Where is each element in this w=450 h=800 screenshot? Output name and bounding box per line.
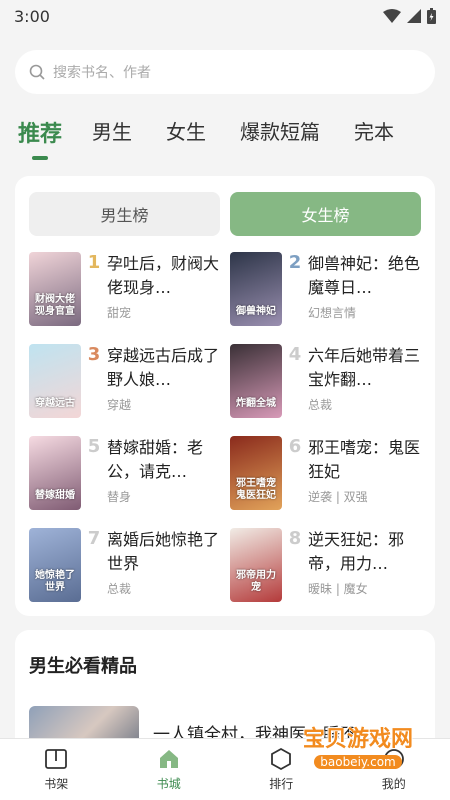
female-ranking-button[interactable]: 女生榜 bbox=[230, 192, 421, 236]
rank-item[interactable]: 邪王嗜宠鬼医狂妃 6 邪王嗜宠：鬼医狂妃逆袭 | 双强 bbox=[230, 436, 421, 510]
search-placeholder: 搜索书名、作者 bbox=[53, 65, 151, 81]
rank-item[interactable]: 穿越远古 3 穿越远古后成了野人娘… 穿越 bbox=[29, 344, 220, 418]
rank-number: 7 bbox=[87, 528, 101, 549]
book-cover: 她惊艳了世界 bbox=[29, 528, 81, 602]
status-time: 3:00 bbox=[14, 6, 50, 26]
cover-title: 邪王嗜宠鬼医狂妃 bbox=[236, 478, 276, 501]
book-cover: 御兽神妃 bbox=[230, 252, 282, 326]
tab-hot-short[interactable]: 爆款短篇 bbox=[240, 114, 320, 145]
rank-item[interactable]: 替嫁甜婚 5 替嫁甜婚：老公，请克… 替身 bbox=[29, 436, 220, 510]
status-icons bbox=[383, 8, 436, 24]
rank-number: 5 bbox=[87, 436, 101, 457]
male-ranking-button[interactable]: 男生榜 bbox=[29, 192, 220, 236]
cover-title: 她惊艳了世界 bbox=[35, 570, 75, 593]
cover-title: 财阀大佬现身官宣 bbox=[35, 294, 75, 317]
cover-title: 穿越远古 bbox=[35, 398, 75, 409]
cover-title: 御兽神妃 bbox=[236, 306, 276, 317]
book-title: 孕吐后，财阀大佬现身… bbox=[107, 254, 220, 297]
book-cover: 炸翻全城 bbox=[230, 344, 282, 418]
bookshelf-icon bbox=[45, 749, 68, 769]
tab-recommend[interactable]: 推荐 bbox=[18, 114, 62, 148]
category-tabs: 推荐 男生 女生 爆款短篇 完本 bbox=[0, 114, 450, 160]
search-icon bbox=[29, 64, 45, 80]
rank-number: 4 bbox=[288, 344, 302, 365]
book-title: 逆天狂妃：邪帝，用力… bbox=[308, 530, 405, 573]
bookstore-icon bbox=[159, 750, 178, 768]
rank-info: 逆天狂妃：邪帝，用力… 暧昧 | 魔女 bbox=[308, 528, 421, 602]
book-cover: 邪帝用力宠 bbox=[230, 528, 282, 602]
book-tag: 幻想言情 bbox=[308, 306, 357, 320]
rank-info: 离婚后她惊艳了世界总裁 bbox=[107, 528, 220, 602]
book-tag: 总裁 bbox=[107, 582, 132, 596]
search-input[interactable]: 搜索书名、作者 bbox=[15, 50, 435, 94]
rank-info: 御兽神妃：绝色魔尊日… 幻想言情 bbox=[308, 252, 421, 326]
book-tag: 逆袭 | 双强 bbox=[308, 490, 368, 504]
book-title: 穿越远古后成了野人娘… bbox=[107, 346, 220, 389]
book-title: 六年后她带着三宝炸翻… bbox=[308, 346, 421, 389]
book-title: 御兽神妃：绝色魔尊日… bbox=[308, 254, 421, 297]
rank-item[interactable]: 财阀大佬现身官宣 1 孕吐后，财阀大佬现身… 甜宠 bbox=[29, 252, 220, 326]
rank-info: 孕吐后，财阀大佬现身… 甜宠 bbox=[107, 252, 220, 326]
rank-item[interactable]: 炸翻全城 4 六年后她带着三宝炸翻… 总裁 bbox=[230, 344, 421, 418]
rank-number: 1 bbox=[87, 252, 101, 273]
rank-info: 六年后她带着三宝炸翻… 总裁 bbox=[308, 344, 421, 418]
nav-label: 书城 bbox=[156, 777, 181, 791]
wifi-icon bbox=[383, 9, 401, 23]
book-tag: 暧昧 | 魔女 bbox=[308, 582, 368, 596]
rank-info: 替嫁甜婚：老公，请克… 替身 bbox=[107, 436, 220, 510]
ranking-toggle: 男生榜 女生榜 bbox=[29, 192, 421, 236]
rank-info: 邪王嗜宠：鬼医狂妃逆袭 | 双强 bbox=[308, 436, 421, 510]
watermark-text: 宝贝游戏网 bbox=[302, 727, 413, 752]
book-tag: 穿越 bbox=[107, 398, 132, 412]
book-title: 离婚后她惊艳了世界 bbox=[107, 530, 220, 573]
nav-bookstore[interactable]: 书城 bbox=[113, 739, 226, 800]
cover-title: 邪帝用力宠 bbox=[236, 570, 276, 593]
battery-icon bbox=[427, 8, 436, 24]
rank-item[interactable]: 她惊艳了世界 7 离婚后她惊艳了世界总裁 bbox=[29, 528, 220, 602]
tab-completed[interactable]: 完本 bbox=[354, 114, 394, 145]
section-title: 男生必看精品 bbox=[29, 656, 137, 677]
rank-number: 3 bbox=[87, 344, 101, 365]
book-cover: 替嫁甜婚 bbox=[29, 436, 81, 510]
book-title: 替嫁甜婚：老公，请克… bbox=[107, 438, 204, 481]
ranking-card: 男生榜 女生榜 财阀大佬现身官宣 1 孕吐后，财阀大佬现身… 甜宠 御兽神妃 2 御兽神妃：… bbox=[15, 176, 435, 616]
cover-title: 炸翻全城 bbox=[236, 398, 276, 409]
book-tag: 替身 bbox=[107, 490, 132, 504]
ranking-list: 财阀大佬现身官宣 1 孕吐后，财阀大佬现身… 甜宠 御兽神妃 2 御兽神妃：绝色魔尊日… 幻想… bbox=[29, 252, 421, 602]
rank-number: 8 bbox=[288, 528, 302, 549]
rank-item[interactable]: 御兽神妃 2 御兽神妃：绝色魔尊日… 幻想言情 bbox=[230, 252, 421, 326]
book-title: 邪王嗜宠：鬼医狂妃 bbox=[308, 438, 421, 481]
book-cover: 财阀大佬现身官宣 bbox=[29, 252, 81, 326]
book-tag: 总裁 bbox=[308, 398, 333, 412]
tab-male[interactable]: 男生 bbox=[92, 114, 132, 145]
rank-info: 穿越远古后成了野人娘… 穿越 bbox=[107, 344, 220, 418]
rank-number: 2 bbox=[288, 252, 302, 273]
status-bar: 3:00 bbox=[0, 0, 450, 32]
tab-female[interactable]: 女生 bbox=[166, 114, 206, 145]
signal-icon bbox=[407, 9, 421, 23]
nav-bookshelf[interactable]: 书架 bbox=[0, 739, 113, 800]
watermark-url: baobeiy.com bbox=[314, 755, 402, 769]
cover-title: 替嫁甜婚 bbox=[35, 490, 75, 501]
rank-number: 6 bbox=[288, 436, 302, 457]
book-cover: 邪王嗜宠鬼医狂妃 bbox=[230, 436, 282, 510]
nav-label: 书架 bbox=[44, 777, 69, 791]
rank-item[interactable]: 邪帝用力宠 8 逆天狂妃：邪帝，用力… 暧昧 | 魔女 bbox=[230, 528, 421, 602]
watermark: 宝贝游戏网 baobeiy.com bbox=[288, 710, 428, 780]
book-tag: 甜宠 bbox=[107, 306, 132, 320]
book-cover: 穿越远古 bbox=[29, 344, 81, 418]
